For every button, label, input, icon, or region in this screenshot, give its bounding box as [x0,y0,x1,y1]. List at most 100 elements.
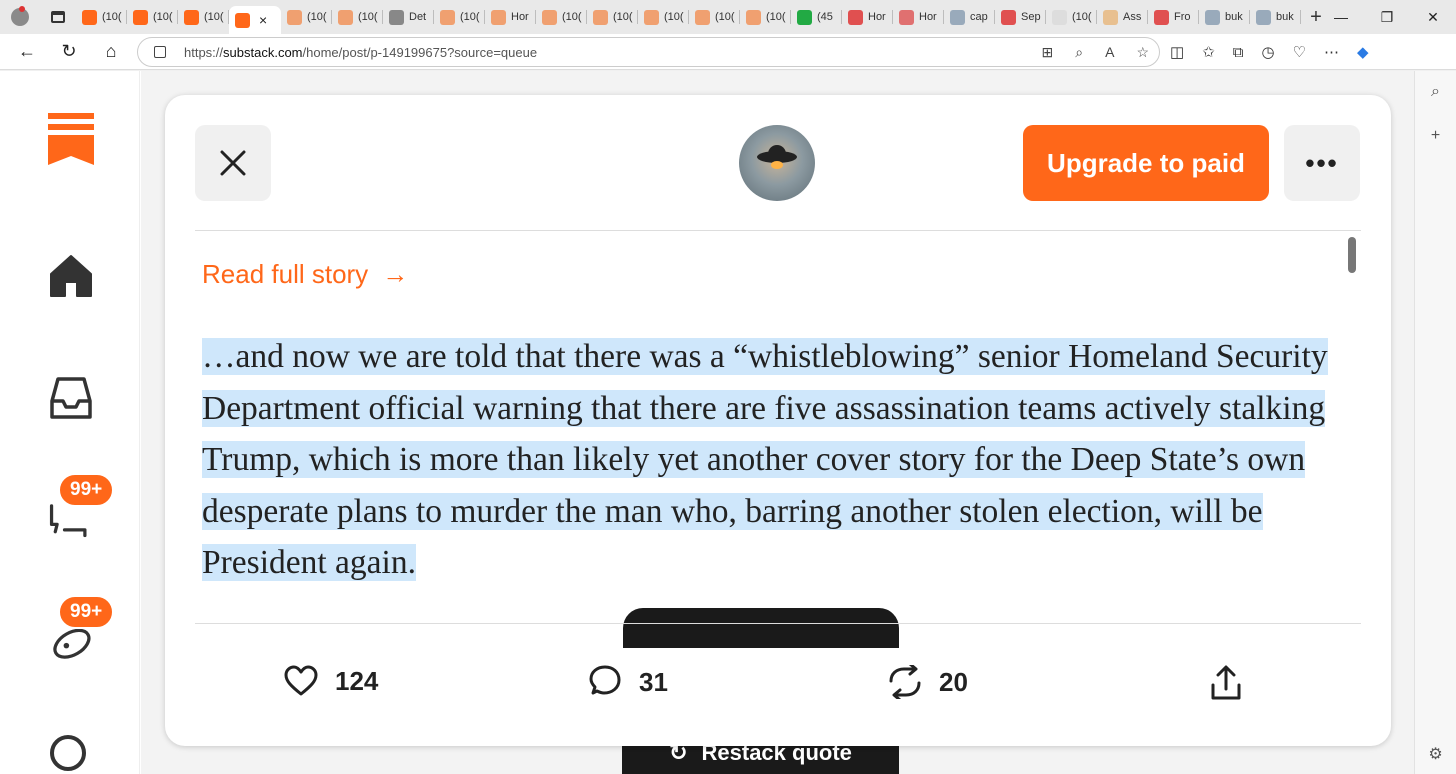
browser-tab[interactable]: buk [1199,3,1250,31]
tab-favicon-icon [797,9,812,25]
split-screen-icon[interactable]: ◫ [1170,43,1184,61]
browser-tab[interactable]: Ass [1097,3,1148,31]
browser-side-panel: ⌕ + ⚙ [1414,71,1456,774]
browser-tab[interactable]: (10( [178,3,229,31]
url-host: substack.com [223,44,303,60]
share-button[interactable] [1209,665,1243,701]
like-count: 124 [335,665,379,696]
favorites-icon[interactable]: ✩ [1202,43,1215,61]
url-scheme: https:// [184,44,224,60]
read-full-story-label: Read full story [202,259,369,289]
tab-label: (10( [358,11,378,23]
extensions-icon[interactable]: ♡ [1293,43,1306,61]
tab-label: Ass [1123,11,1142,23]
home-button[interactable]: ⌂ [90,34,132,70]
browser-tab[interactable]: (10( [587,3,638,31]
tab-favicon-icon [1052,9,1067,25]
restack-arrows-icon [889,665,921,699]
post-modal: Upgrade to paid ••• Read full story → …a… [165,95,1391,746]
profile-icon [11,6,29,26]
page: 99+ 99+ ↻ Restack quote Upgrade to paid … [0,71,1414,774]
substack-logo[interactable] [48,113,94,165]
browser-tab-bar: (10((10((10(× (10((10(Det (10(Hor (10((10((… [0,0,1456,34]
search-nav-button[interactable] [46,731,96,774]
publication-avatar[interactable] [739,125,815,201]
favorite-star-icon[interactable]: ☆ [1136,44,1149,61]
close-icon [220,150,246,176]
settings-icon[interactable]: ⚙ [1428,744,1442,764]
back-button[interactable]: ← [6,34,48,70]
browser-tab[interactable]: (10( [740,3,791,31]
read-aloud-icon[interactable]: A [1105,44,1114,61]
browser-tab[interactable]: (10( [332,3,383,31]
browser-tab[interactable]: × [229,6,281,34]
tab-favicon-icon [184,9,199,25]
minimize-button[interactable]: — [1318,0,1364,34]
inbox-nav-button[interactable] [46,373,96,423]
restack-count: 20 [939,666,968,697]
app-icon[interactable]: ⊞ [1042,44,1054,61]
address-bar-row: ← ↻ ⌂ https://substack.com/home/post/p-1… [0,34,1456,70]
more-options-button[interactable]: ••• [1284,125,1360,201]
browser-tab[interactable]: (45 [791,3,842,31]
tab-favicon-icon [82,9,97,25]
maximize-button[interactable]: ❐ [1364,0,1410,34]
scrollbar-thumb[interactable] [1348,237,1356,273]
comment-icon [589,665,621,695]
browser-tab[interactable]: (10( [638,3,689,31]
copilot-icon[interactable]: ◆ [1357,43,1369,61]
story-excerpt[interactable]: …and now we are told that there was a “w… [202,331,1342,589]
left-nav: 99+ 99+ [0,71,140,774]
browser-tab[interactable]: Hor [893,3,944,31]
browser-tab[interactable]: (10( [76,3,127,31]
read-full-story-link[interactable]: Read full story → [202,259,408,290]
close-modal-button[interactable] [195,125,271,201]
browser-tab[interactable]: Hor [842,3,893,31]
tab-favicon-icon [235,12,250,28]
activity-badge: 99+ [58,595,115,629]
url-actions: ⊞ ⌕ A ☆ [1042,44,1149,61]
collections-icon[interactable]: ⧉ [1233,44,1244,61]
menu-icon[interactable]: ⋯ [1324,43,1339,61]
browser-tab[interactable]: buk [1250,3,1301,31]
browser-tab[interactable]: Sep [995,3,1046,31]
browser-tab[interactable]: Fro [1148,3,1199,31]
restack-quote-partial[interactable] [623,608,899,648]
home-nav-button[interactable] [46,251,96,301]
tab-label: (10( [102,11,122,23]
story-text: …and now we are told that there was a “w… [202,338,1328,581]
history-icon[interactable]: ◷ [1261,43,1274,61]
profile-button[interactable] [0,0,40,34]
browser-tab[interactable]: (10( [1046,3,1097,31]
url-field[interactable]: https://substack.com/home/post/p-1491996… [137,37,1160,67]
add-sidebar-icon[interactable]: + [1431,127,1440,145]
browser-tab[interactable]: (10( [127,3,178,31]
browser-tab[interactable]: cap [944,3,995,31]
close-window-button[interactable]: ✕ [1410,0,1456,34]
upgrade-to-paid-button[interactable]: Upgrade to paid [1023,125,1269,201]
tab-favicon-icon [1154,9,1169,25]
tab-label: Hor [868,11,886,23]
zoom-icon[interactable]: ⌕ [1075,44,1083,61]
browser-tab[interactable]: Det [383,3,434,31]
tab-favicon-icon [848,9,863,25]
browser-tab[interactable]: Hor [485,3,536,31]
tab-label: (10( [1072,11,1092,23]
tab-label: Fro [1174,11,1191,23]
tab-actions-button[interactable] [40,0,76,34]
inbox-icon [50,377,92,419]
browser-tab[interactable]: (10( [689,3,740,31]
tab-favicon-icon [1205,9,1220,25]
refresh-button[interactable]: ↻ [48,34,90,70]
search-sidebar-icon[interactable]: ⌕ [1431,83,1440,101]
like-button[interactable]: 124 [283,665,378,697]
browser-tab[interactable]: (10( [281,3,332,31]
comment-button[interactable]: 31 [587,665,668,699]
restack-button[interactable]: 20 [887,665,968,699]
browser-tab[interactable]: (10( [536,3,587,31]
close-tab-icon[interactable]: × [259,12,267,28]
tab-actions-icon [51,11,65,23]
tab-strip: (10((10((10(× (10((10(Det (10(Hor (10((10((… [76,0,1301,34]
browser-tab[interactable]: (10( [434,3,485,31]
tab-label: (10( [562,11,582,23]
